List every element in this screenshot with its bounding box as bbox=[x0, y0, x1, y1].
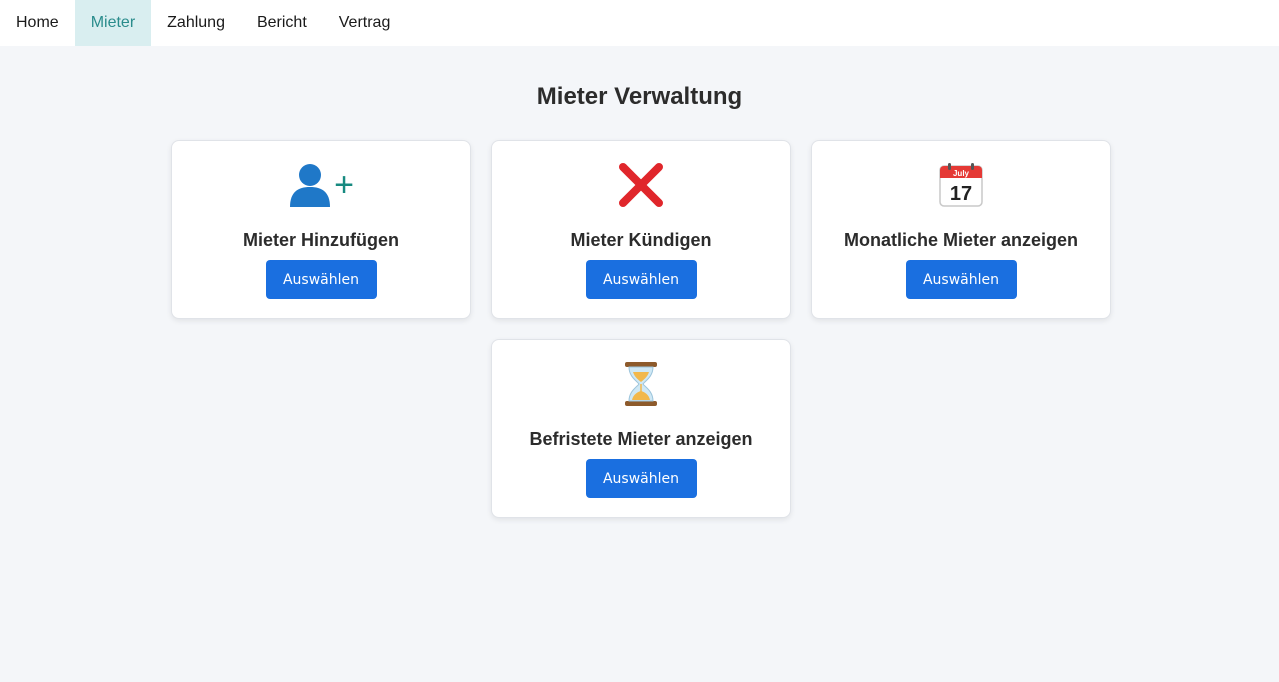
card-monthly-tenants: July 17 Monatliche Mieter anzeigen Auswä… bbox=[811, 140, 1111, 319]
select-button-terminate-tenant[interactable]: Auswählen bbox=[585, 260, 697, 299]
select-button-fixed-term-tenants[interactable]: Auswählen bbox=[585, 459, 697, 498]
card-add-tenant: + Mieter Hinzufügen Auswählen bbox=[171, 140, 471, 319]
nav-item-home[interactable]: Home bbox=[0, 0, 75, 46]
select-button-monthly-tenants[interactable]: Auswählen bbox=[905, 260, 1017, 299]
card-grid: + Mieter Hinzufügen Auswählen Mieter Kün… bbox=[0, 140, 1279, 560]
nav-item-bericht[interactable]: Bericht bbox=[241, 0, 323, 46]
plus-icon: + bbox=[334, 166, 354, 204]
calendar-icon: July 17 bbox=[938, 161, 984, 209]
nav-item-vertrag[interactable]: Vertrag bbox=[323, 0, 407, 46]
page-title: Mieter Verwaltung bbox=[536, 83, 743, 110]
cross-icon bbox=[617, 161, 665, 209]
hourglass-icon bbox=[623, 360, 659, 408]
nav-item-mieter[interactable]: Mieter bbox=[74, 0, 152, 46]
card-label: Mieter Hinzufügen bbox=[243, 230, 399, 250]
card-terminate-tenant: Mieter Kündigen Auswählen bbox=[491, 140, 791, 319]
card-label: Monatliche Mieter anzeigen bbox=[843, 230, 1079, 250]
user-silhouette-icon bbox=[290, 164, 331, 207]
nav-item-zahlung[interactable]: Zahlung bbox=[151, 0, 241, 46]
add-user-icon: + bbox=[288, 161, 354, 209]
calendar-month: July bbox=[953, 169, 970, 178]
card-label: Mieter Kündigen bbox=[570, 230, 712, 250]
card-label: Befristete Mieter anzeigen bbox=[529, 429, 753, 449]
select-button-add-tenant[interactable]: Auswählen bbox=[265, 260, 377, 299]
top-navigation: Home Mieter Zahlung Bericht Vertrag bbox=[0, 0, 1279, 46]
calendar-day: 17 bbox=[950, 183, 972, 205]
card-fixed-term-tenants: Befristete Mieter anzeigen Auswählen bbox=[491, 339, 791, 518]
